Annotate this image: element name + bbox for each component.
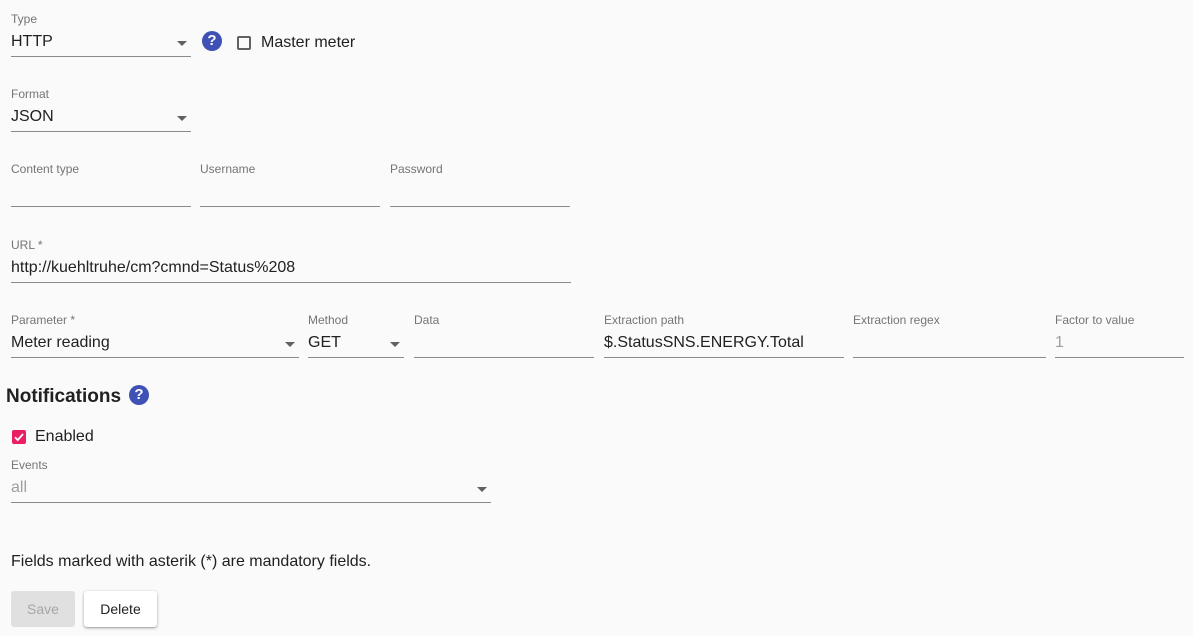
password-label: Password [390, 162, 443, 176]
type-underline [11, 56, 191, 57]
factor-underline [1055, 357, 1184, 358]
password-underline [390, 206, 570, 207]
method-select[interactable]: Method GET [308, 313, 404, 359]
extraction-path-value: $.StatusSNS.ENERGY.Total [604, 334, 804, 351]
caret-down-icon [285, 342, 295, 347]
events-select[interactable]: Events all [11, 458, 491, 504]
username-label: Username [200, 162, 256, 176]
data-label: Data [414, 313, 440, 327]
parameter-underline [11, 357, 299, 358]
password-field[interactable]: Password [390, 162, 570, 208]
method-value: GET [308, 334, 341, 351]
check-icon [14, 433, 24, 442]
parameter-select[interactable]: Parameter * Meter reading [11, 313, 299, 359]
format-label: Format [11, 87, 50, 101]
parameter-label: Parameter * [11, 313, 76, 327]
content-type-field[interactable]: Content type [11, 162, 191, 208]
events-value: all [11, 479, 28, 496]
extraction-path-field[interactable]: Extraction path $.StatusSNS.ENERGY.Total [604, 313, 844, 359]
factor-value: 1 [1055, 334, 1064, 351]
delete-button[interactable]: Delete [84, 591, 157, 627]
extraction-regex-underline [853, 357, 1046, 358]
master-meter-label: Master meter [261, 34, 356, 51]
factor-label: Factor to value [1055, 313, 1135, 327]
method-label: Method [308, 313, 349, 327]
username-underline [200, 206, 380, 207]
type-label: Type [11, 12, 38, 26]
url-underline [11, 282, 571, 283]
extraction-path-label: Extraction path [604, 313, 685, 327]
url-field[interactable]: URL * http://kuehltruhe/cm?cmnd=Status%2… [11, 238, 571, 284]
url-value: http://kuehltruhe/cm?cmnd=Status%208 [11, 259, 296, 276]
mandatory-note: Fields marked with asterik (*) are manda… [11, 553, 372, 570]
data-field[interactable]: Data [414, 313, 594, 359]
notifications-heading: Notifications [6, 386, 122, 407]
events-label: Events [11, 458, 48, 472]
caret-down-icon [390, 342, 400, 347]
content-type-underline [11, 206, 191, 207]
data-underline [414, 357, 594, 358]
extraction-path-underline [604, 357, 844, 358]
question-circle-icon[interactable]: ? [129, 385, 149, 405]
type-select[interactable]: Type HTTP [11, 12, 191, 58]
events-underline [11, 502, 491, 503]
method-underline [308, 357, 404, 358]
format-underline [11, 131, 191, 132]
question-circle-icon[interactable]: ? [202, 31, 222, 51]
caret-down-icon [177, 41, 187, 46]
format-value: JSON [11, 108, 54, 125]
username-field[interactable]: Username [200, 162, 380, 208]
factor-field[interactable]: Factor to value 1 [1055, 313, 1184, 359]
format-select[interactable]: Format JSON [11, 87, 191, 133]
caret-down-icon [477, 487, 487, 492]
url-label: URL * [11, 238, 43, 252]
parameter-value: Meter reading [11, 334, 110, 351]
extraction-regex-field[interactable]: Extraction regex [853, 313, 1046, 359]
enabled-checkbox[interactable] [12, 430, 26, 444]
type-value: HTTP [11, 33, 53, 50]
content-type-label: Content type [11, 162, 80, 176]
save-button[interactable]: Save [11, 591, 75, 627]
caret-down-icon [177, 116, 187, 121]
enabled-label: Enabled [35, 428, 94, 445]
extraction-regex-label: Extraction regex [853, 313, 940, 327]
master-meter-checkbox[interactable] [237, 36, 251, 50]
